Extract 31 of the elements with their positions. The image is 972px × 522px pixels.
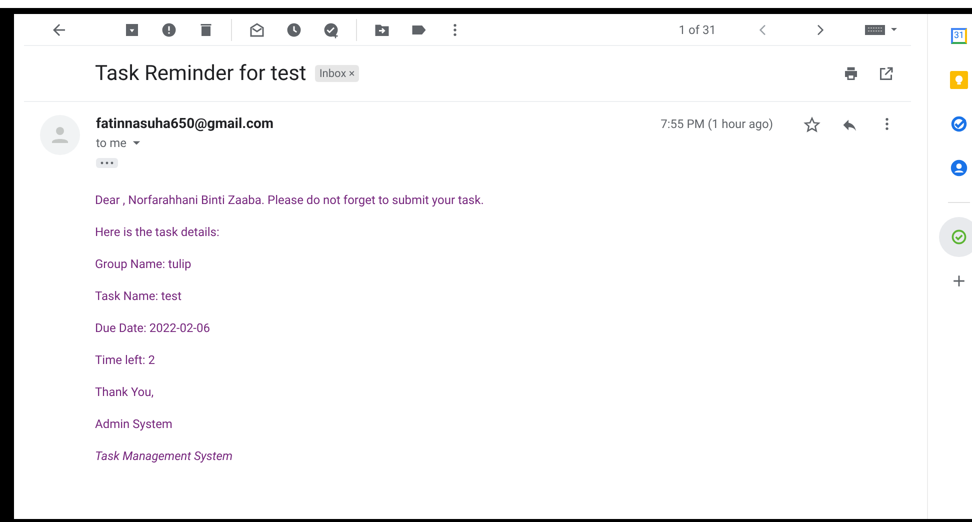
clock-icon[interactable]	[285, 20, 303, 38]
body-text: Group Name: tulip	[95, 257, 192, 272]
star-icon[interactable]	[803, 116, 821, 134]
print-icon[interactable]	[842, 64, 860, 82]
avatar-icon	[40, 115, 80, 155]
body-text: Time left: 2	[95, 353, 156, 368]
inbox-label-chip[interactable]: Inbox ×	[315, 65, 359, 82]
keyboard-icon[interactable]	[865, 22, 899, 36]
sender-email: fatinnasuha650@gmail.com	[96, 116, 274, 132]
envelope-icon[interactable]	[248, 20, 266, 38]
body-text: Task Management System	[95, 449, 234, 464]
contacts-icon[interactable]	[950, 159, 968, 177]
open-in-new-window-icon[interactable]	[877, 64, 895, 82]
check-circle-icon[interactable]	[950, 228, 968, 246]
recipient-text: to me	[96, 136, 127, 150]
email-subject: Task Reminder for test	[95, 62, 306, 86]
message-time: 7:55 PM (1 hour ago)	[660, 117, 773, 131]
body-text: Thank You,	[95, 385, 155, 400]
selected-app-highlight[interactable]	[939, 217, 972, 257]
body-text: Dear , Norfarahhani Binti Zaaba. Please do not forget to submit your task.	[95, 193, 485, 208]
body-text: Here is the task details:	[95, 225, 220, 240]
report-spam-icon[interactable]	[160, 20, 178, 38]
calendar-icon[interactable]: 31	[951, 28, 967, 44]
show-trimmed-content-icon[interactable]	[96, 158, 118, 168]
add-task-icon[interactable]	[322, 20, 340, 38]
body-text: Admin System	[95, 417, 174, 432]
dropdown-icon[interactable]	[132, 140, 141, 146]
body-text: Due Date: 2022-02-06	[95, 321, 211, 336]
body-text: Task Name: test	[95, 289, 183, 304]
check-circle-icon[interactable]	[950, 115, 968, 133]
pager-count: 1 of 31	[678, 22, 716, 36]
